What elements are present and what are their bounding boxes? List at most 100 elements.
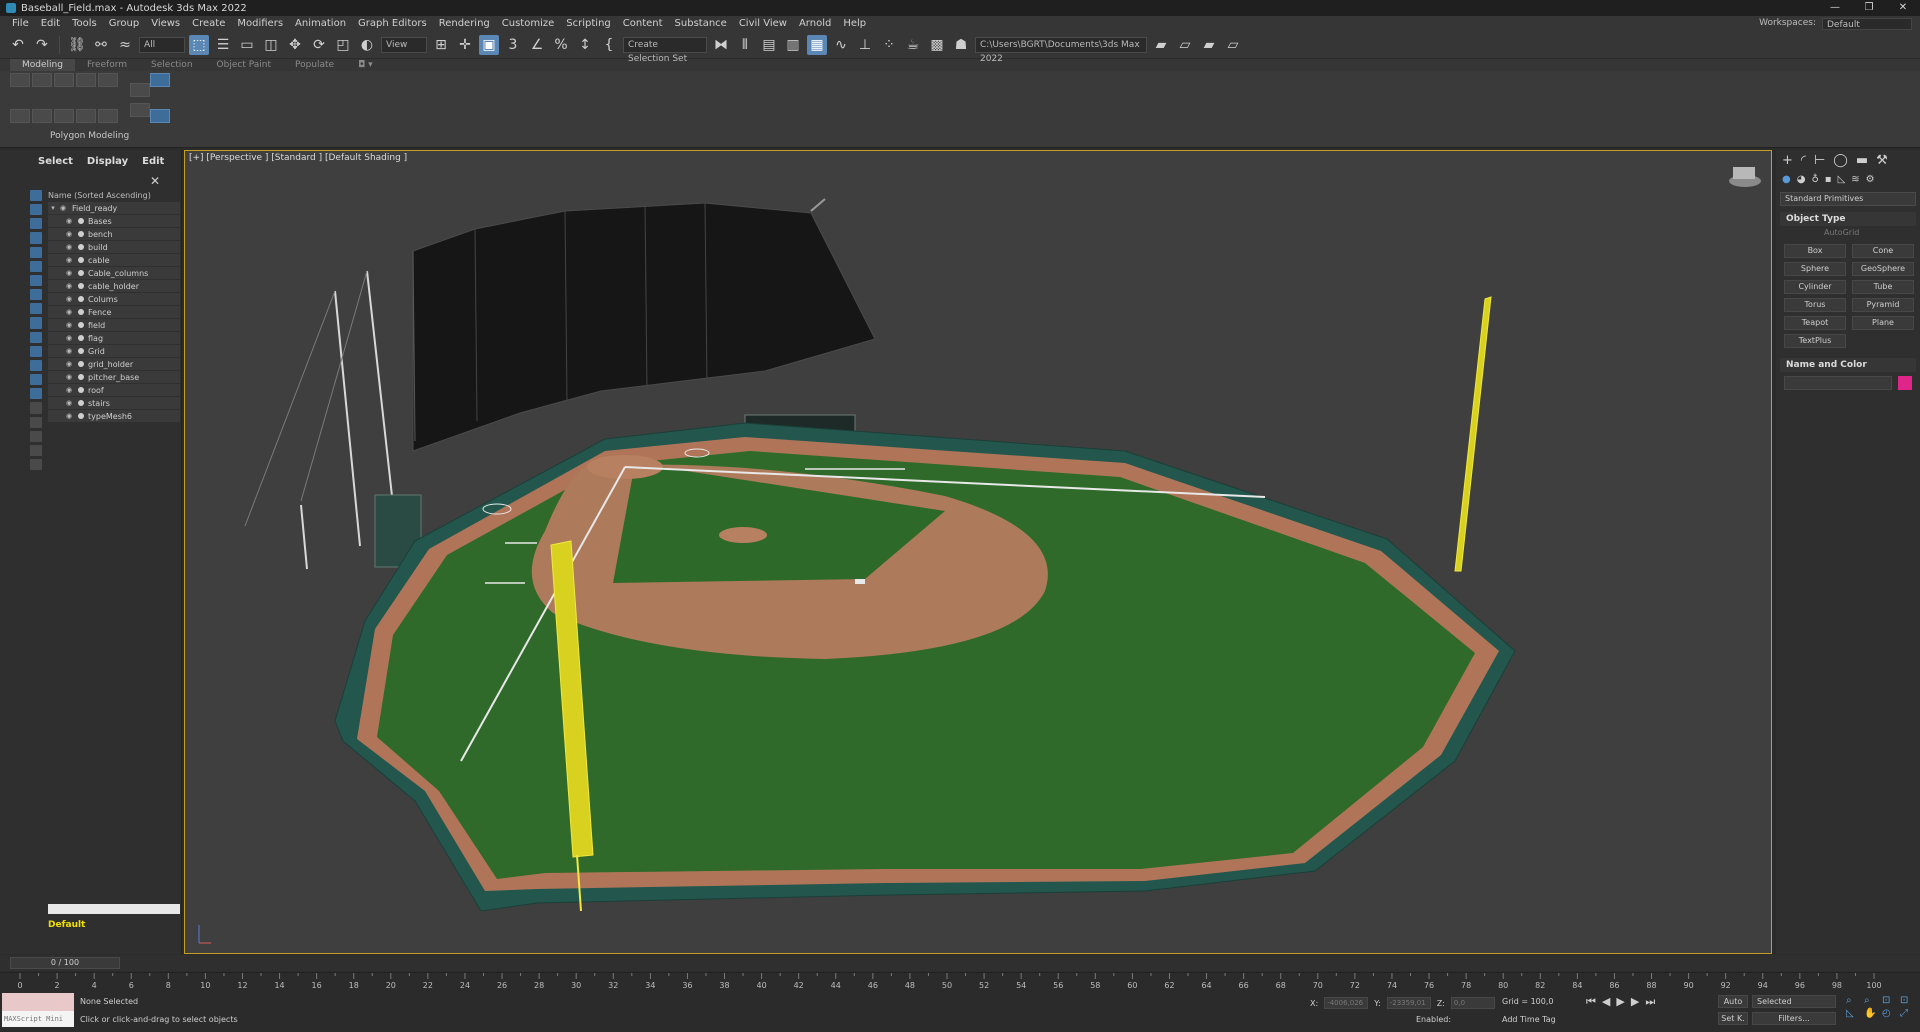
tree-node[interactable]: ◉ Cable_columns — [48, 267, 180, 280]
ribbon-button[interactable] — [130, 103, 150, 117]
tree-node[interactable]: ◉ cable_holder — [48, 280, 180, 293]
redo-icon[interactable]: ↷ — [32, 35, 52, 55]
zoom-extents-all-icon[interactable]: ⊡ — [1900, 995, 1916, 1006]
menu-substance[interactable]: Substance — [669, 16, 733, 31]
time-slider[interactable]: 0 / 100 — [0, 955, 1920, 971]
track-bar[interactable]: 0 2 4 6 8 10 12 14 16 18 20 22 24 26 28 30 32 34 36 38 40 42 4… — [0, 972, 1920, 990]
ribbon-toggle-active[interactable] — [150, 73, 170, 87]
explorer-tab-select[interactable]: Select — [38, 156, 73, 167]
y-coord-field[interactable]: -23359,01 — [1386, 997, 1431, 1009]
display-cameras-icon[interactable] — [30, 232, 42, 244]
sort-icon[interactable] — [30, 402, 42, 414]
hierarchy-tab-icon[interactable]: ⊢ — [1814, 153, 1825, 168]
display-all-icon[interactable] — [30, 359, 42, 372]
menu-help[interactable]: Help — [837, 16, 872, 31]
link-icon[interactable]: ⛓ — [67, 35, 87, 55]
perspective-viewport[interactable]: [+] [Perspective ] [Standard ] [Default … — [184, 150, 1772, 954]
minimize-button[interactable]: — — [1818, 0, 1852, 16]
funnel-icon[interactable] — [30, 458, 42, 471]
toggle-scene-explorer-icon[interactable]: ▤ — [759, 35, 779, 55]
undo-icon[interactable]: ↶ — [8, 35, 28, 55]
box-button[interactable]: Box — [1784, 244, 1846, 258]
menu-graph-editors[interactable]: Graph Editors — [352, 16, 433, 31]
project-icon-4[interactable]: ▱ — [1223, 35, 1243, 55]
ribbon-button[interactable] — [10, 73, 30, 87]
geometry-icon[interactable]: ● — [1782, 174, 1791, 185]
menu-edit[interactable]: Edit — [35, 16, 66, 31]
rotate-icon[interactable]: ⟳ — [309, 35, 329, 55]
pivot-center-icon[interactable]: ⊞ — [431, 35, 451, 55]
render-production-icon[interactable]: ☗ — [951, 35, 971, 55]
schematic-view-icon[interactable]: ⊥ — [855, 35, 875, 55]
close-button[interactable]: ✕ — [1886, 0, 1920, 16]
pan-icon[interactable]: ✋ — [1864, 1008, 1880, 1019]
select-manipulate-icon[interactable]: ▣ — [479, 34, 499, 55]
maximize-button[interactable]: ❐ — [1852, 0, 1886, 16]
key-filter-dropdown[interactable]: Selected — [1752, 995, 1836, 1008]
ribbon-button[interactable] — [76, 109, 96, 123]
menu-customize[interactable]: Customize — [496, 16, 561, 31]
invert-display-icon[interactable] — [30, 388, 42, 400]
tree-node[interactable]: ◉ stairs — [48, 397, 180, 410]
current-layer[interactable]: Default — [48, 920, 85, 930]
display-xrefs-icon[interactable] — [30, 289, 42, 301]
eye-icon[interactable]: ◉ — [64, 269, 74, 277]
zoom-all-icon[interactable]: ⌕ — [1864, 995, 1880, 1006]
cone-button[interactable]: Cone — [1852, 244, 1914, 258]
display-bones-icon[interactable] — [30, 303, 42, 315]
polygon-modeling-label[interactable]: Polygon Modeling — [50, 131, 129, 141]
object-name-field[interactable] — [1784, 376, 1892, 390]
autogrid-checkbox[interactable]: AutoGrid — [1776, 226, 1920, 240]
menu-civil-view[interactable]: Civil View — [733, 16, 793, 31]
eye-icon[interactable]: ◉ — [64, 412, 74, 420]
tree-node[interactable]: ◉ Grid — [48, 345, 180, 358]
ribbon-button[interactable] — [54, 73, 74, 87]
ribbon-tab-modeling[interactable]: Modeling — [10, 59, 75, 71]
close-icon[interactable]: ✕ — [150, 174, 160, 188]
project-icon-2[interactable]: ▱ — [1175, 35, 1195, 55]
filter-icon[interactable] — [30, 444, 42, 456]
eye-icon[interactable]: ◉ — [64, 230, 74, 238]
ribbon-button[interactable] — [32, 73, 52, 87]
x-coord-field[interactable]: -4006,026 — [1324, 997, 1369, 1009]
display-lights-icon[interactable] — [30, 218, 42, 230]
curve-editor-icon[interactable]: ∿ — [831, 35, 851, 55]
expand-icon[interactable]: ▾ — [48, 204, 58, 212]
percent-snap-icon[interactable]: % — [551, 35, 571, 55]
explorer-scrollbar[interactable] — [48, 904, 180, 914]
menu-scripting[interactable]: Scripting — [560, 16, 616, 31]
display-tab-icon[interactable]: ▬ — [1856, 153, 1868, 168]
hierarchy-icon[interactable] — [30, 416, 42, 428]
toggle-ribbon-icon[interactable]: ▦ — [807, 34, 827, 55]
object-color-swatch[interactable] — [1898, 376, 1912, 390]
eye-icon[interactable]: ◉ — [64, 334, 74, 342]
time-slider-handle[interactable]: 0 / 100 — [10, 957, 120, 969]
cameras-icon[interactable]: ▪ — [1825, 174, 1832, 185]
menu-content[interactable]: Content — [617, 16, 669, 31]
explorer-tab-display[interactable]: Display — [87, 156, 128, 167]
keyboard-shortcut-icon[interactable]: ✛ — [455, 35, 475, 55]
tree-node[interactable]: ◉ field — [48, 319, 180, 332]
ribbon-button[interactable] — [10, 109, 30, 123]
maxscript-input[interactable]: MAXScript Mini — [2, 1011, 74, 1027]
tree-node[interactable]: ◉ Colums — [48, 293, 180, 306]
tube-button[interactable]: Tube — [1852, 280, 1914, 294]
ribbon-tab-populate[interactable]: Populate — [283, 59, 346, 71]
ribbon-button[interactable] — [98, 73, 118, 87]
display-frozen-icon[interactable] — [30, 331, 42, 343]
angle-snap-icon[interactable]: ∠ — [527, 35, 547, 55]
eye-icon[interactable]: ◉ — [64, 282, 74, 290]
ribbon-button[interactable] — [76, 73, 96, 87]
align-icon[interactable]: ⫴ — [735, 35, 755, 55]
eye-icon[interactable]: ◉ — [64, 308, 74, 316]
toggle-layer-explorer-icon[interactable]: ▥ — [783, 35, 803, 55]
tree-node[interactable]: ◉ typeMesh6 — [48, 410, 180, 423]
motion-tab-icon[interactable]: ◯ — [1833, 153, 1848, 168]
menu-create[interactable]: Create — [186, 16, 231, 31]
eye-icon[interactable]: ◉ — [64, 217, 74, 225]
snaps-toggle-icon[interactable]: 3 — [503, 35, 523, 55]
lights-icon[interactable]: ♁ — [1811, 174, 1818, 185]
rendered-frame-window-icon[interactable]: ▩ — [927, 35, 947, 55]
teapot-button[interactable]: Teapot — [1784, 316, 1846, 330]
select-by-name-icon[interactable]: ☰ — [213, 35, 233, 55]
